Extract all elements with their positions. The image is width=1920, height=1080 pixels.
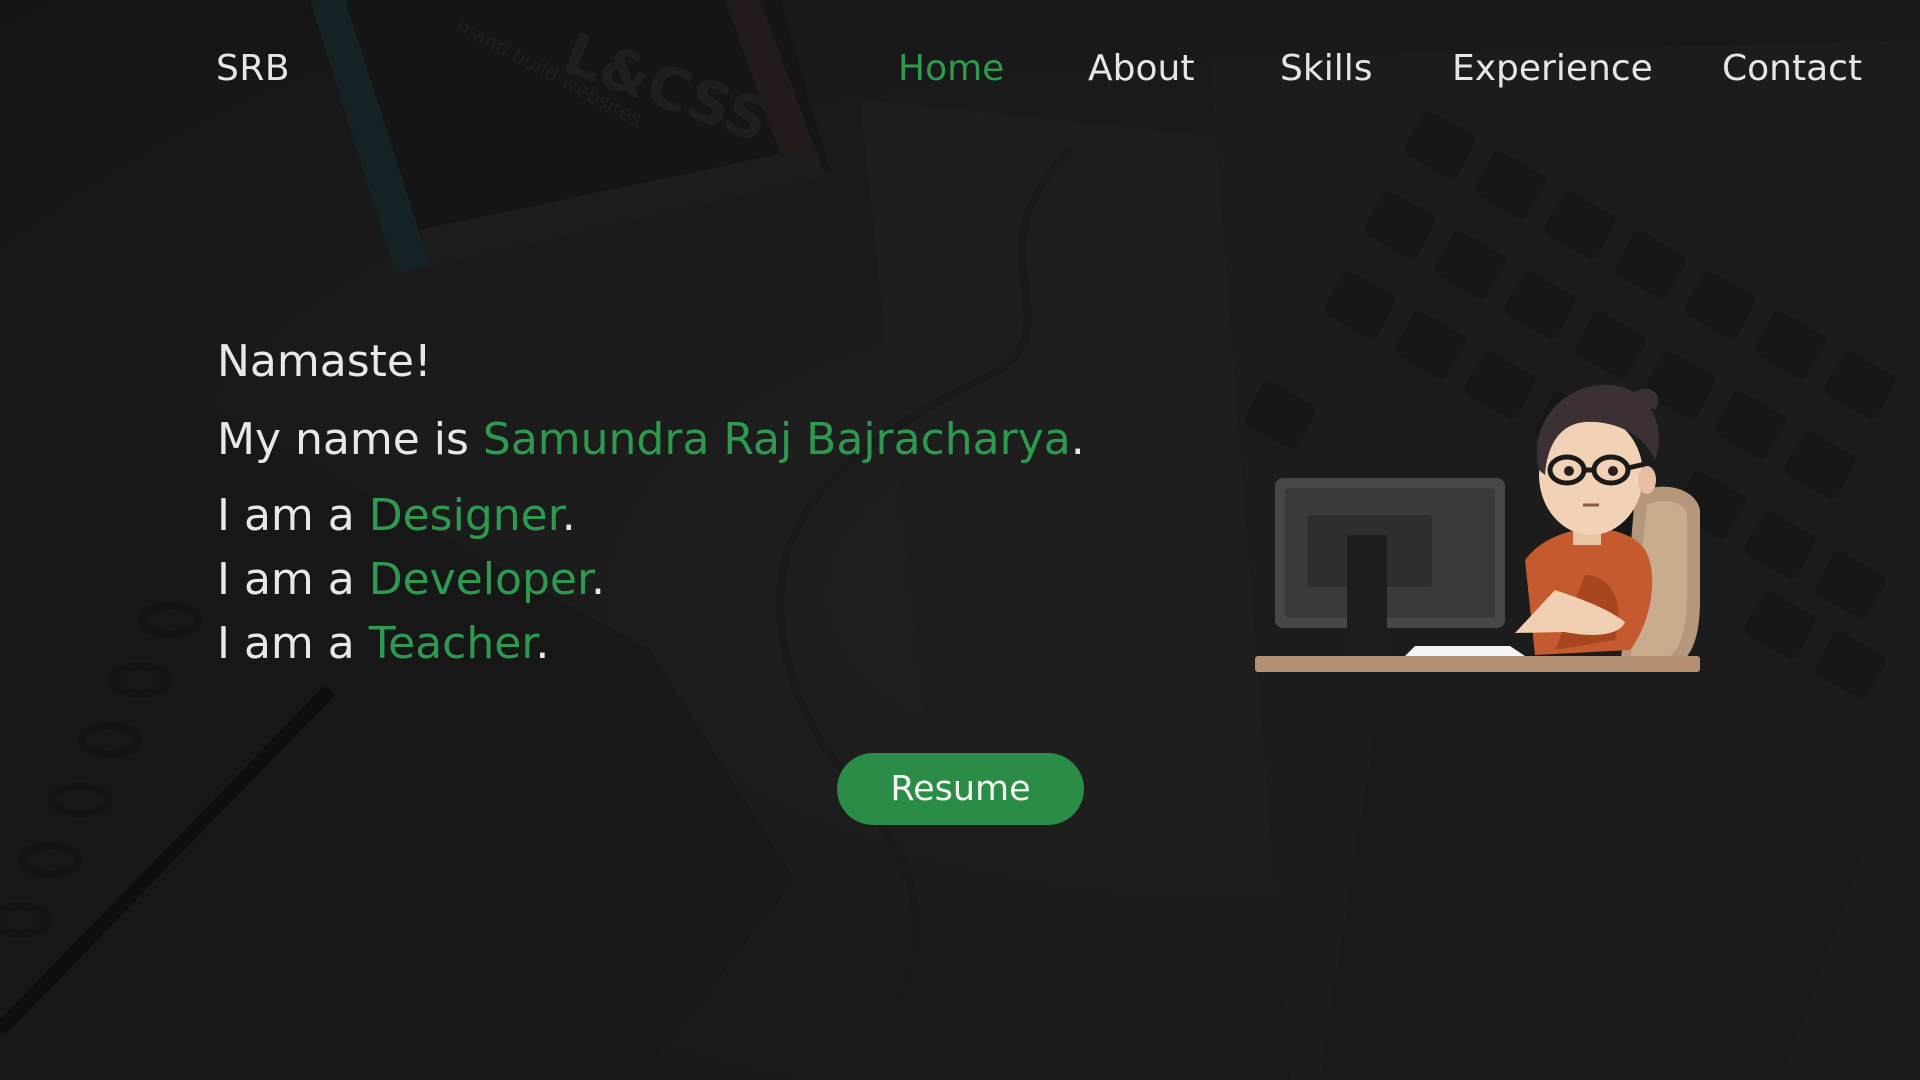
- nav-experience-link[interactable]: Experience: [1452, 48, 1653, 89]
- role-suffix: .: [535, 618, 550, 669]
- person-name: Samundra Raj Bajracharya: [482, 414, 1071, 465]
- left-eye: [1564, 466, 1574, 476]
- logo-link[interactable]: SRB: [216, 48, 290, 89]
- role-designer: Designer: [368, 490, 562, 541]
- role-developer: Developer: [368, 554, 591, 605]
- role-teacher: Teacher: [368, 618, 536, 669]
- role-line-designer: I am a Designer.: [217, 494, 576, 538]
- ear-shape: [1638, 466, 1656, 494]
- name-suffix: .: [1070, 414, 1085, 465]
- home-page: L&CSS n and build websites SRB Home Abou…: [0, 0, 1920, 1080]
- name-prefix: My name is: [217, 414, 483, 465]
- greeting-text: Namaste!: [217, 336, 432, 387]
- right-eye: [1608, 466, 1618, 476]
- nav-about-link[interactable]: About: [1088, 48, 1194, 89]
- monitor-stand: [1347, 535, 1387, 655]
- nav-contact-link[interactable]: Contact: [1722, 48, 1862, 89]
- resume-button[interactable]: Resume: [837, 753, 1084, 825]
- role-line-developer: I am a Developer.: [217, 558, 605, 602]
- role-prefix: I am a: [217, 554, 369, 605]
- nav-home-link[interactable]: Home: [898, 48, 1004, 89]
- role-prefix: I am a: [217, 490, 369, 541]
- developer-at-computer-icon: [1255, 384, 1700, 672]
- desk-shape: [1255, 656, 1700, 672]
- role-prefix: I am a: [217, 618, 369, 669]
- role-suffix: .: [561, 490, 576, 541]
- nav-skills-link[interactable]: Skills: [1280, 48, 1372, 89]
- name-line: My name is Samundra Raj Bajracharya.: [217, 418, 1085, 462]
- role-line-teacher: I am a Teacher.: [217, 622, 549, 666]
- keyboard-icon: [1405, 646, 1525, 656]
- role-suffix: .: [591, 554, 605, 605]
